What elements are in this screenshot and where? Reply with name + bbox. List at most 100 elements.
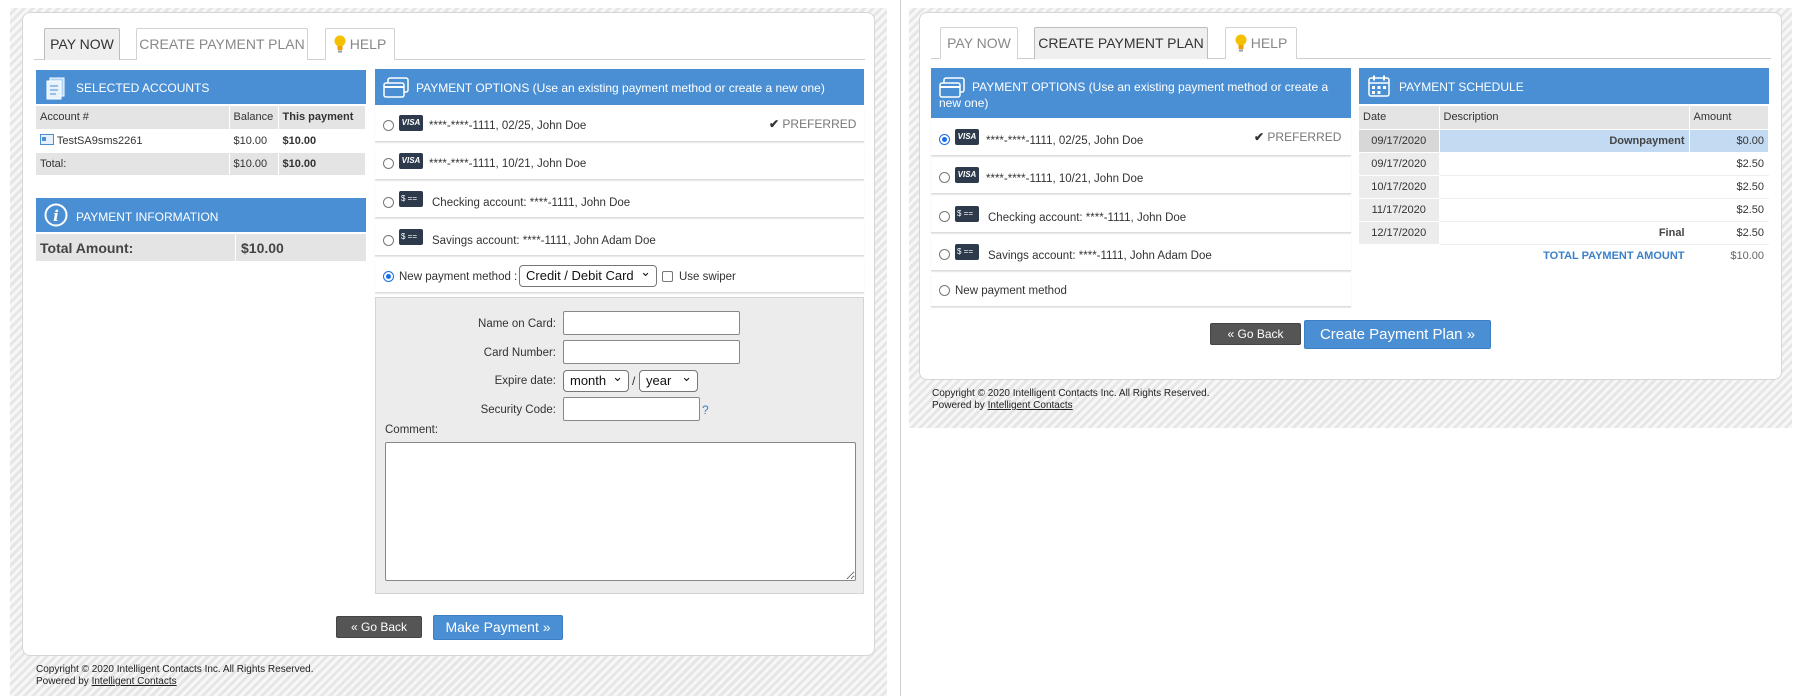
radio-new-payment-method[interactable] [383,271,394,282]
visa-icon: VISA [399,115,423,131]
preferred-label: PREFERRED [1267,130,1342,144]
table-row: 10/17/2020 $2.50 [1359,175,1769,199]
expire-date-label: Expire date: [494,375,556,387]
schedule-date: 11/17/2020 [1359,198,1440,222]
security-code-label: Security Code: [480,404,556,416]
selected-accounts-title: SELECTED ACCOUNTS [76,81,210,95]
table-row: 12/17/2020 Final $2.50 [1359,221,1769,245]
option-label: ****-****-1111, 02/25, John Doe [986,135,1144,147]
payment-option-checking[interactable]: $ == Checking account: ****-1111, John D… [375,183,864,218]
intelligent-contacts-link[interactable]: Intelligent Contacts [988,400,1073,411]
tab-pay-now[interactable]: PAY NOW [940,27,1018,59]
option-label: Savings account: ****-1111, John Adam Do… [988,250,1212,262]
option-label: Savings account: ****-1111, John Adam Do… [432,235,656,247]
card-number-input[interactable] [563,340,740,364]
payment-option-visa-0225[interactable]: VISA ****-****-1111, 02/25, John Doe ✔ P… [931,121,1351,156]
expire-month-select[interactable]: month [563,367,629,392]
security-code-help[interactable]: ? [702,403,709,417]
radio-visa-0225[interactable] [939,134,950,145]
credit-card-icon [383,77,409,98]
payment-options-title: PAYMENT OPTIONS (Use an existing payment… [939,80,1329,110]
lightbulb-icon [1235,34,1247,52]
new-method-label: New payment method : [399,271,518,283]
accounts-icon [46,77,65,100]
schedule-total-label: TOTAL PAYMENT AMOUNT [1439,244,1690,268]
table-row: 11/17/2020 $2.50 [1359,198,1769,222]
copyright-text: Copyright © 2020 Intelligent Contacts In… [932,388,1210,399]
name-on-card-label: Name on Card: [478,318,556,330]
account-cell[interactable]: TestSA9sms2261 [36,129,230,153]
account-card-icon [40,134,54,145]
tab-pay-now[interactable]: PAY NOW [44,28,120,60]
schedule-date: 12/17/2020 [1359,221,1440,245]
payment-schedule-title: PAYMENT SCHEDULE [1399,80,1524,94]
payment-option-visa-0225[interactable]: VISA ****-****-1111, 02/25, John Doe ✔ P… [375,107,864,142]
payment-option-visa-1021[interactable]: VISA ****-****-1111, 10/21, John Doe [375,145,864,180]
make-payment-button[interactable]: Make Payment » [433,615,563,640]
preferred-label: PREFERRED [782,117,857,131]
radio-visa-0225[interactable] [383,120,394,131]
radio-visa-1021[interactable] [383,158,394,169]
footer: Copyright © 2020 Intelligent Contacts In… [932,388,1210,412]
payment-option-new[interactable]: New payment method : Credit / Debit Card… [375,259,864,293]
preferred-badge: ✔ PREFERRED [1254,130,1341,144]
tab-help[interactable]: HELP [325,28,395,60]
svg-text:i: i [53,207,59,225]
col-account: Account # [36,106,230,130]
name-on-card-input[interactable] [563,311,740,335]
table-row: 09/17/2020 Downpayment $0.00 [1359,129,1769,153]
payment-options-header: PAYMENT OPTIONS (Use an existing payment… [375,69,864,105]
total-divider [235,234,236,261]
create-payment-plan-button[interactable]: Create Payment Plan » [1304,320,1491,349]
option-label: ****-****-1111, 10/21, John Doe [986,173,1144,185]
radio-visa-1021[interactable] [939,172,950,183]
payment-option-visa-1021[interactable]: VISA ****-****-1111, 10/21, John Doe [931,159,1351,194]
payment-option-new[interactable]: New payment method [931,274,1351,307]
security-code-input[interactable] [563,397,700,421]
col-amount: Amount [1689,106,1769,130]
payment-option-savings[interactable]: $ == Savings account: ****-1111, John Ad… [931,236,1351,271]
powered-by-label: Powered by [932,400,985,411]
payment-option-savings[interactable]: $ == Savings account: ****-1111, John Ad… [375,221,864,256]
bank-account-icon: $ == [399,229,423,245]
option-label: Checking account: ****-1111, John Doe [988,212,1187,224]
total-payment: $10.00 [278,152,366,176]
powered-by-label: Powered by [36,676,89,687]
schedule-date: 09/17/2020 [1359,152,1440,176]
visa-icon: VISA [399,153,423,169]
total-amount-value: $10.00 [241,240,284,256]
intelligent-contacts-link[interactable]: Intelligent Contacts [92,676,177,687]
card-number-label: Card Number: [483,347,556,359]
tab-help[interactable]: HELP [1225,27,1297,59]
visa-icon: VISA [955,167,979,183]
total-amount-row: Total Amount: $10.00 [36,234,366,261]
radio-new-payment-method[interactable] [939,285,950,296]
schedule-total-value: $10.00 [1689,244,1769,268]
schedule-amount: $2.50 [1689,152,1769,176]
radio-checking[interactable] [939,211,950,222]
radio-savings[interactable] [383,235,394,246]
payment-information-title: PAYMENT INFORMATION [76,210,219,224]
use-swiper-checkbox[interactable] [662,271,673,282]
calendar-icon [1368,75,1390,97]
payment-option-checking[interactable]: $ == Checking account: ****-1111, John D… [931,198,1351,233]
lightbulb-icon [334,35,346,53]
tab-create-payment-plan[interactable]: CREATE PAYMENT PLAN [1034,27,1208,59]
col-date: Date [1359,106,1440,130]
schedule-description [1439,198,1690,222]
comment-textarea[interactable] [385,442,856,581]
powered-by: Powered by Intelligent Contacts [36,676,314,688]
go-back-button[interactable]: « Go Back [336,616,422,638]
payment-method-select[interactable]: Credit / Debit Card [519,262,657,287]
radio-checking[interactable] [383,197,394,208]
balance-cell: $10.00 [229,129,279,153]
option-label: Checking account: ****-1111, John Doe [432,197,631,209]
selected-accounts-table: Account # Balance This payment TestSA9sm… [36,106,366,176]
tab-create-payment-plan[interactable]: CREATE PAYMENT PLAN [136,28,308,60]
check-icon: ✔ [769,117,780,131]
pay-now-screen: PAY NOW CREATE PAYMENT PLAN HELP SELECTE… [0,0,895,696]
radio-savings[interactable] [939,249,950,260]
bank-account-icon: $ == [955,206,979,222]
go-back-button[interactable]: « Go Back [1210,323,1301,345]
expire-year-select[interactable]: year [639,367,698,392]
